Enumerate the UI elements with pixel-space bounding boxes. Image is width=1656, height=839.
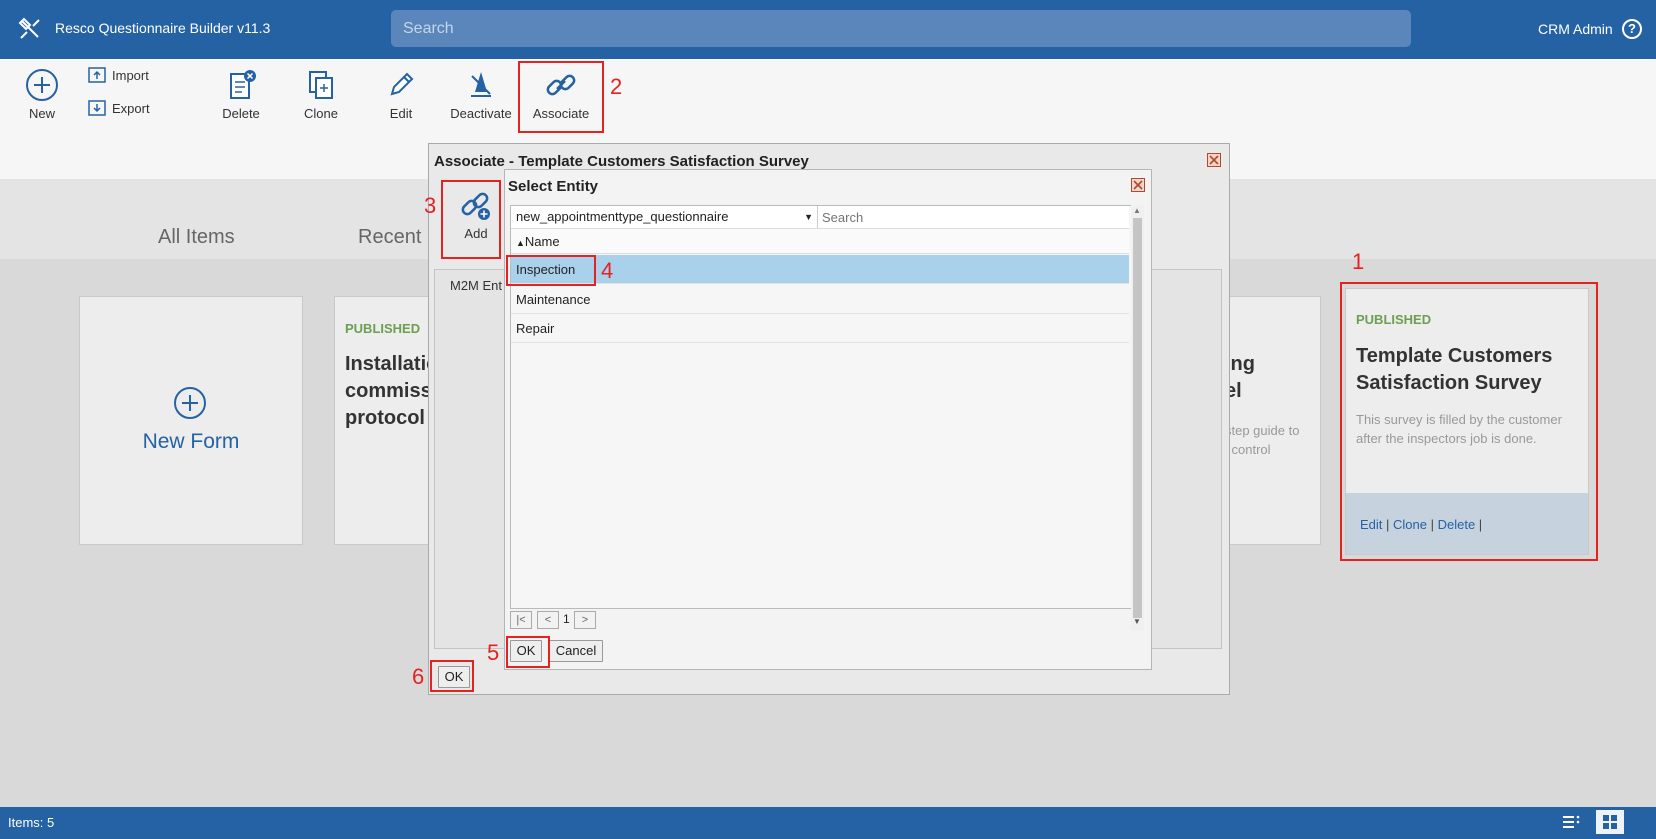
tile-view-icon[interactable] [1596,810,1624,834]
pencil-icon [390,72,414,96]
table-row[interactable]: Repair [511,314,1129,343]
callout-number: 4 [601,258,614,283]
entity-select-row: new_appointmenttype_questionnaire ▼ [511,206,1129,229]
pager-page-number: 1 [563,612,570,626]
new-button[interactable]: New [18,68,66,121]
global-search-box[interactable] [391,10,1411,47]
row-name: Repair [516,321,555,336]
m2m-tab[interactable]: M2M Ent [450,278,502,293]
deactivate-icon [471,72,491,97]
export-label: Export [112,100,150,116]
clone-button[interactable]: Clone [296,68,346,121]
new-form-label: New Form [142,430,240,453]
sort-up-icon: ▲ [516,238,525,248]
export-icon [88,100,106,116]
plus-circle-icon [26,69,58,101]
status-badge: PUBLISHED [345,321,421,336]
export-button[interactable]: Export [88,100,150,116]
import-label: Import [112,67,149,83]
card-title-line: Installatio [345,353,439,375]
close-icon[interactable] [1131,178,1145,192]
deactivate-button[interactable]: Deactivate [446,68,516,121]
import-button[interactable]: Import [88,67,149,83]
scroll-down-arrow-icon[interactable]: ▼ [1133,617,1141,626]
form-card-installation[interactable]: PUBLISHED Installatio commissi protocol [334,296,439,545]
callout-box-associate [518,61,604,133]
tab-recent[interactable]: Recent [358,226,421,249]
grid-scrollbar[interactable]: ▲ ▼ [1131,205,1144,631]
callout-number: 3 [424,193,437,218]
new-form-card[interactable]: New Form [79,296,303,545]
callout-box-select-ok [506,636,550,668]
deactivate-label: Deactivate [450,106,512,121]
delete-document-icon [230,70,256,99]
pager-prev-button[interactable]: < [537,611,559,629]
callout-number: 6 [412,664,425,689]
clone-label: Clone [304,106,338,121]
user-name[interactable]: CRM Admin [1538,21,1613,37]
select-entity-title: Select Entity [508,178,599,195]
status-bar [0,807,1656,839]
scroll-up-arrow-icon[interactable]: ▲ [1133,206,1141,215]
entity-dropdown[interactable]: new_appointmenttype_questionnaire ▼ [511,206,818,228]
pager-first-button[interactable]: |< [510,611,532,629]
pager-next-button[interactable]: > [574,611,596,629]
chevron-down-icon: ▼ [804,212,813,222]
callout-number: 2 [610,74,623,99]
row-name: Maintenance [516,292,591,307]
callout-box-inspection [506,255,596,286]
app-title: Resco Questionnaire Builder v11.3 [55,20,271,36]
entity-search-input[interactable] [820,207,1124,228]
table-row[interactable]: Maintenance [511,285,1129,314]
card-desc-line: step guide to [1225,423,1300,438]
items-count: Items: 5 [8,815,55,830]
delete-button[interactable]: Delete [216,68,266,121]
new-label: New [28,106,55,121]
callout-box-associate-ok [430,660,474,692]
edit-button[interactable]: Edit [376,68,426,121]
callout-number: 5 [487,640,500,665]
close-icon[interactable] [1207,153,1221,167]
plus-circle-icon [174,387,206,419]
grid-header[interactable]: ▲Name [511,229,1129,254]
help-icon[interactable]: ? [1622,19,1642,39]
global-search-input[interactable] [391,10,1411,47]
scroll-thumb[interactable] [1133,218,1142,618]
callout-box-add [441,180,501,259]
select-cancel-button[interactable]: Cancel [549,640,603,662]
column-name-label: Name [524,234,560,249]
clone-icon [309,71,333,99]
app-logo-icon [18,17,42,41]
card-desc-line: l control [1225,442,1271,457]
card-title-line: commissi [345,380,438,402]
edit-label: Edit [389,106,413,121]
entity-dropdown-value: new_appointmenttype_questionnaire [516,209,729,224]
associate-dialog-title: Associate - Template Customers Satisfact… [434,153,809,170]
callout-box-card [1340,282,1598,561]
card-title-line: protocol [345,407,425,429]
list-view-icon[interactable] [1562,814,1580,830]
tab-all-items[interactable]: All Items [158,226,235,249]
import-icon [88,67,106,83]
callout-number: 1 [1352,249,1365,274]
delete-label: Delete [222,106,260,121]
